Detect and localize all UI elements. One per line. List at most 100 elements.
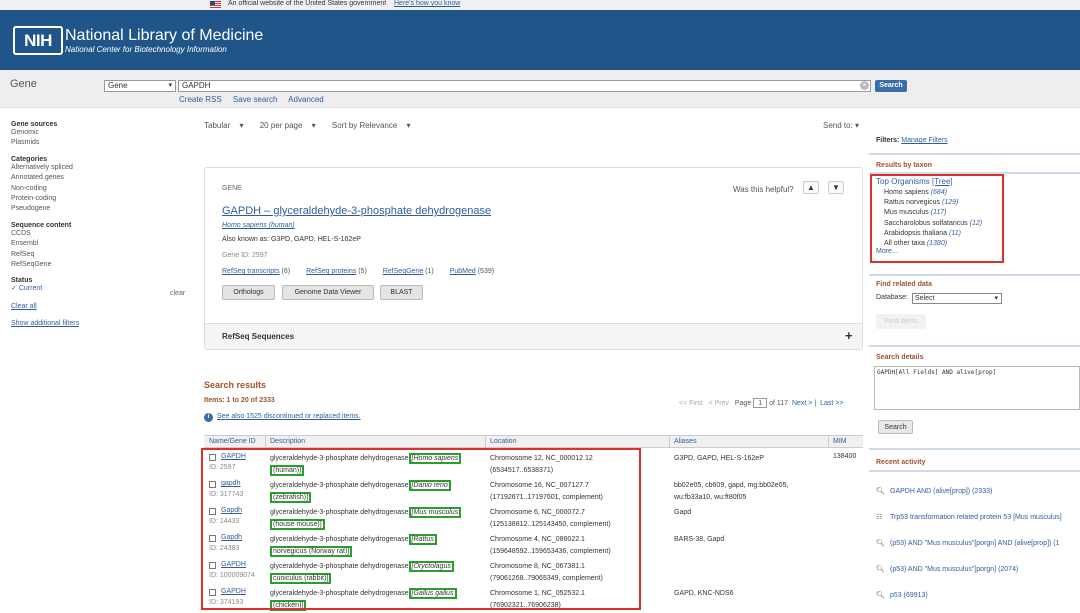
send-to-dropdown[interactable]: Send to: ▾ (823, 121, 859, 130)
filter-current[interactable]: ✓ Current (11, 284, 191, 294)
recent-activity-item[interactable]: 🔍︎ (p53) AND "Mus musculus"[porgn] (2074) (876, 565, 1018, 573)
page-input[interactable]: 1 (753, 398, 768, 408)
filter-group-sequence-content: Sequence content CCDS Ensembl RefSeq Ref… (11, 222, 191, 271)
details-search-button[interactable]: Search (878, 420, 913, 434)
refseqgene-link[interactable]: RefSeqGene (1) (383, 268, 434, 275)
search-sub-links: Create RSS Save search Advanced (179, 95, 333, 104)
organism-item[interactable]: Homo sapiens (684) (884, 188, 982, 198)
thumbs-up-icon[interactable]: ▲ (803, 181, 819, 194)
recent-activity-item[interactable]: ☷ Trp53 transformation related protein 53… (876, 513, 1062, 521)
gene-aliases: Also known as: G3PD, GAPD, HEL-S-162eP (222, 236, 361, 243)
organism-count: (1380) (926, 240, 948, 248)
first-page-link[interactable]: << First (679, 400, 703, 407)
chevron-down-icon: ▾ (855, 121, 860, 130)
divider (869, 153, 1080, 155)
recent-activity-item[interactable]: 🔍︎ p53 (69913) (876, 591, 928, 599)
col-name[interactable]: Name/Gene ID (209, 438, 256, 445)
search-input[interactable]: GAPDH (178, 80, 871, 92)
refseq-section-title: RefSeq Sequences (222, 332, 295, 341)
database-select[interactable]: Gene ▾ (104, 80, 176, 92)
per-page-label: 20 per page (259, 121, 303, 130)
alias-line: Gapd (674, 509, 692, 516)
gene-title-link[interactable]: GAPDH – glyceraldehyde-3-phosphate dehyd… (222, 205, 491, 217)
advanced-link[interactable]: Advanced (288, 95, 324, 104)
top-organisms-label: Top Organisms (876, 177, 930, 186)
sort-dropdown[interactable]: Sort by Relevance ▾ (332, 121, 418, 130)
search-button[interactable]: Search (875, 80, 907, 92)
chevron-down-icon: ▾ (311, 121, 316, 130)
results-count: Items: 1 to 20 of 2333 (204, 397, 275, 404)
organism-name: Mus musculus (884, 209, 929, 217)
col-location[interactable]: Location (490, 438, 516, 445)
recent-activity-item[interactable]: 🔍︎ (p53) AND "Mus musculus"[porgn] AND (a… (876, 539, 1060, 547)
document-icon: ☷ (876, 514, 883, 521)
filter-current-label: Current (18, 285, 43, 293)
format-dropdown[interactable]: Tabular ▾ (204, 121, 251, 130)
per-page-dropdown[interactable]: 20 per page ▾ (260, 121, 323, 130)
recent-text: p53 (69913) (890, 592, 928, 599)
column-divider (485, 436, 486, 448)
database-title: Gene (10, 78, 37, 90)
filter-ccds[interactable]: CCDS (11, 229, 191, 239)
clear-all-link[interactable]: Clear all (11, 302, 191, 312)
refseq-proteins-link[interactable]: RefSeq proteins (5) (306, 268, 367, 275)
gene-aliases: Gapd (674, 507, 824, 519)
organism-item[interactable]: Saccharolobus solfataricus (12) (884, 219, 982, 229)
related-database-value: Select (915, 295, 935, 302)
refseq-transcripts-link[interactable]: RefSeq transcripts (6) (222, 268, 290, 275)
save-search-link[interactable]: Save search (233, 95, 277, 104)
page-total: of 117 (769, 399, 789, 407)
orthologs-button[interactable]: Orthologs (222, 285, 275, 300)
filter-genomic[interactable]: Genomic (11, 128, 191, 138)
filter-ensembl[interactable]: Ensembl (11, 239, 191, 249)
filter-refseq[interactable]: RefSeq (11, 250, 191, 260)
recent-text: Trp53 transformation related protein 53 … (890, 514, 1062, 521)
filter-protein-coding[interactable]: Protein-coding (11, 194, 191, 204)
header-subtitle: National Center for Biotechnology Inform… (65, 45, 227, 54)
organism-item[interactable]: All other taxa (1380) (884, 239, 982, 249)
organism-item[interactable]: Arabidopsis thaliana (11) (884, 229, 982, 239)
refseq-section-bar[interactable] (205, 323, 862, 349)
database-select-value: Gene (108, 81, 128, 90)
expand-icon[interactable]: + (845, 328, 853, 343)
last-page-link[interactable]: Last >> (820, 400, 843, 407)
filter-plasmids[interactable]: Plasmids (11, 138, 191, 148)
col-aliases[interactable]: Aliases (674, 438, 697, 445)
filter-alternatively-spliced[interactable]: Alternatively spliced (11, 163, 191, 173)
filter-non-coding[interactable]: Non-coding (11, 184, 191, 194)
alias-line: bb02e05, cb609, gapd, mg:bb02e05, (674, 482, 789, 489)
pubmed-link[interactable]: PubMed (539) (450, 268, 494, 275)
more-organisms-link[interactable]: More... (876, 248, 898, 255)
next-page-link[interactable]: Next > (792, 400, 812, 407)
col-description[interactable]: Description (270, 438, 305, 445)
prev-page-link[interactable]: < Prev (709, 400, 729, 407)
helpful-prompt: Was this helpful? (733, 185, 794, 194)
filter-annotated-genes[interactable]: Annotated genes (11, 173, 191, 183)
see-also-link[interactable]: i See also 1525 discontinued or replaced … (204, 413, 361, 422)
manage-filters-link[interactable]: Manage Filters (901, 137, 947, 144)
col-mim[interactable]: MIM (833, 438, 847, 445)
divider (869, 274, 1080, 276)
search-details-box[interactable]: GAPDH[All Fields] AND alive[prop] (874, 366, 1080, 410)
create-rss-link[interactable]: Create RSS (179, 95, 222, 104)
status-clear-link[interactable]: clear (170, 290, 185, 297)
blast-button[interactable]: BLAST (380, 285, 423, 300)
thumbs-down-icon[interactable]: ▼ (828, 181, 844, 194)
filter-refseqgene[interactable]: RefSeqGene (11, 260, 191, 270)
link-label: RefSeqGene (382, 268, 424, 275)
find-items-button[interactable]: Find items (876, 314, 926, 329)
how-you-know-link[interactable]: Here's how you know (394, 0, 460, 7)
header-title[interactable]: National Library of Medicine (65, 27, 263, 45)
organism-item[interactable]: Rattus norvegicus (129) (884, 198, 982, 208)
gene-organism-link[interactable]: Homo sapiens (human) (222, 222, 295, 229)
nih-logo[interactable]: NIH (13, 26, 63, 55)
tree-link[interactable]: [Tree] (932, 177, 953, 186)
recent-text: GAPDH AND (alive[prop]) (2333) (890, 488, 993, 495)
related-database-select[interactable]: Select ▾ (912, 293, 1002, 304)
clear-search-icon[interactable]: × (860, 81, 869, 90)
organism-item[interactable]: Mus musculus (117) (884, 208, 982, 218)
filter-pseudogene[interactable]: Pseudogene (11, 204, 191, 214)
genome-data-viewer-button[interactable]: Genome Data Viewer (282, 285, 374, 300)
recent-activity-item[interactable]: 🔍︎ GAPDH AND (alive[prop]) (2333) (876, 487, 992, 495)
show-additional-filters-link[interactable]: Show additional filters (11, 319, 191, 329)
